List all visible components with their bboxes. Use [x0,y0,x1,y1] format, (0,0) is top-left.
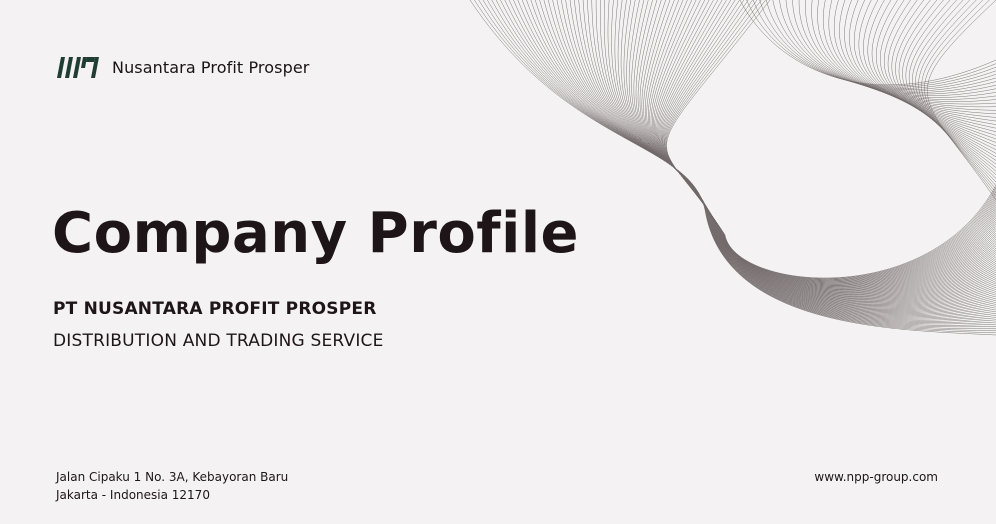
address-line-2: Jakarta - Indonesia 12170 [56,488,210,502]
company-profile-cover: Nusantara Profit Prosper Company Profile… [0,0,996,524]
company-address: Jalan Cipaku 1 No. 3A, Kebayoran Baru Ja… [56,468,288,504]
wave-line [660,0,996,283]
company-tagline: DISTRIBUTION AND TRADING SERVICE [53,331,384,351]
wave-line [792,0,996,96]
wave-line [854,0,996,129]
decorative-wave-graphic [469,0,996,336]
wave-line [569,0,996,307]
wave-line [746,0,996,87]
wave-line [548,0,996,312]
wave-line [833,0,996,115]
wave-line [656,0,996,285]
wave-line [759,0,996,89]
wave-line [924,0,996,197]
wave-line [637,0,996,293]
wave-line [530,0,996,316]
wave-line [623,0,996,297]
wave-line [660,0,996,283]
wave-line [844,0,996,122]
brand-header: Nusantara Profit Prosper [54,54,309,80]
wave-line [811,0,996,102]
npp-logo-icon [57,57,99,78]
wave-line [927,0,996,201]
company-name: Nusantara Profit Prosper [112,57,310,77]
wave-line [645,0,996,291]
wave-line [659,0,996,284]
website-link[interactable]: www.npp-group.com [814,470,938,484]
wave-line [661,0,996,282]
wave-line [654,0,996,287]
wave-line [561,0,996,309]
wave-line [643,0,996,291]
wave-line [653,0,996,287]
wave-line [614,0,996,299]
wave-line [620,0,996,298]
address-line-1: Jalan Cipaku 1 No. 3A, Kebayoran Baru [56,470,289,484]
wave-line [556,0,996,310]
wave-line [662,0,996,282]
wave-line [921,0,996,193]
wave-line [798,0,996,98]
page-title: Company Profile [52,201,580,266]
wave-line [482,0,996,329]
wave-line [539,0,996,314]
wave-line [658,0,996,284]
company-legal-name: PT NUSANTARA PROFIT PROSPER [53,299,377,319]
